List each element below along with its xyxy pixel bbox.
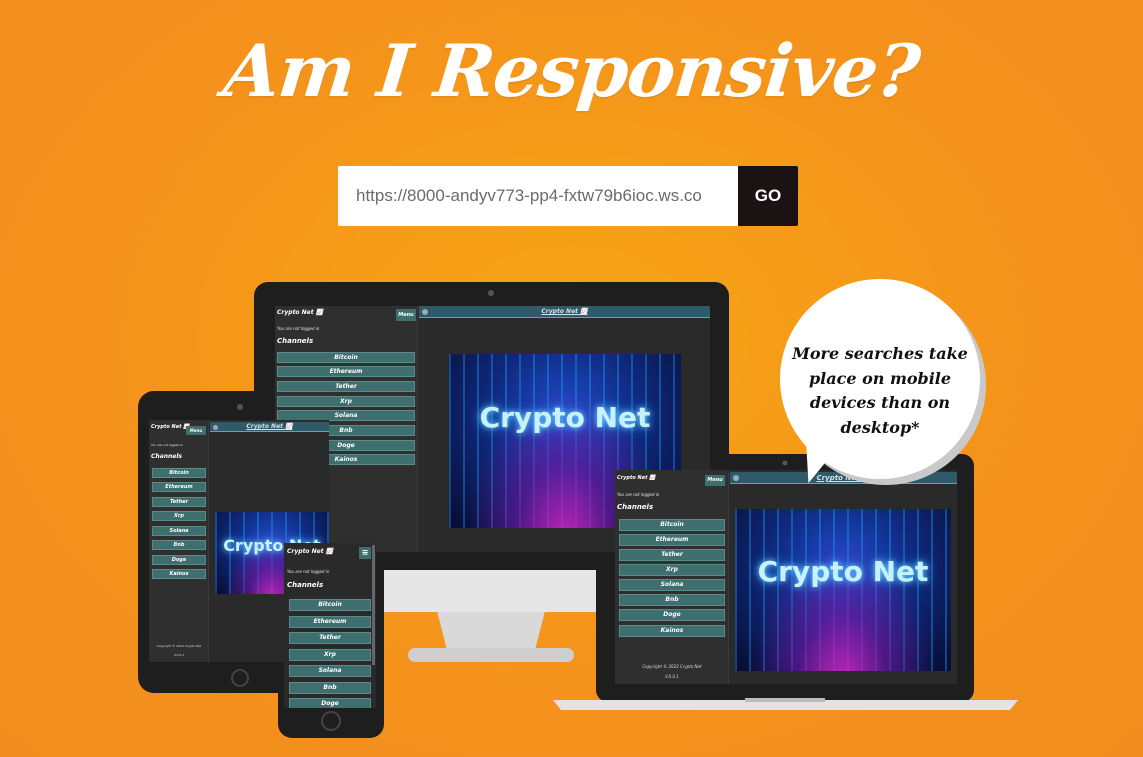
login-note: You are not logged in (617, 492, 660, 497)
channel-button-bitcoin[interactable]: Bitcoin (619, 519, 725, 531)
phone-screen: Crypto Net 📈 ≡ You are not logged in Cha… (284, 543, 376, 708)
header-bar: Crypto Net 📈 (419, 306, 710, 318)
channel-button-xrp[interactable]: Xrp (619, 564, 725, 576)
channel-button-kainos[interactable]: Kainos (619, 625, 725, 637)
channels-heading: Channels (151, 453, 182, 460)
channel-button-ethereum[interactable]: Ethereum (619, 534, 725, 546)
channel-button-tether[interactable]: Tether (277, 381, 415, 392)
channel-button-xrp[interactable]: Xrp (277, 396, 415, 407)
channel-button-doge[interactable]: Doge (152, 555, 206, 565)
channel-button-kainos[interactable]: Kainos (152, 569, 206, 579)
brand-logo: Crypto Net 📈 (151, 424, 190, 430)
channel-button-ethereum[interactable]: Ethereum (289, 616, 371, 628)
channel-button-bnb[interactable]: Bnb (289, 682, 371, 694)
menu-button[interactable]: Menu (186, 426, 206, 435)
channel-button-xrp[interactable]: Xrp (152, 511, 206, 521)
menu-button[interactable]: Menu (705, 475, 725, 486)
footer-version: V.0.0.1 (173, 653, 185, 657)
channel-button-doge[interactable]: Doge (289, 698, 371, 708)
login-note: You are not logged in (287, 569, 330, 574)
header-title: Crypto Net 📈 (816, 474, 871, 482)
channel-button-bitcoin[interactable]: Bitcoin (152, 468, 206, 478)
channels-heading: Channels (287, 581, 324, 589)
channel-button-doge[interactable]: Doge (619, 609, 725, 621)
channel-button-tether[interactable]: Tether (619, 549, 725, 561)
header-bar: Crypto Net 📈 (730, 472, 957, 484)
channel-button-solana[interactable]: Solana (619, 579, 725, 591)
channel-button-bitcoin[interactable]: Bitcoin (277, 352, 415, 363)
brand-logo: Crypto Net 📈 (287, 548, 334, 555)
channel-button-tether[interactable]: Tether (152, 497, 206, 507)
header-title: Crypto Net 📈 (246, 423, 293, 430)
channels-heading: Channels (277, 337, 314, 345)
channel-button-ethereum[interactable]: Ethereum (152, 482, 206, 492)
hamburger-icon[interactable]: ≡ (359, 547, 371, 559)
channel-button-bitcoin[interactable]: Bitcoin (289, 599, 371, 611)
hero-image: Crypto Net (735, 509, 951, 671)
channels-heading: Channels (617, 503, 654, 511)
channel-button-bnb[interactable]: Bnb (619, 594, 725, 606)
channel-button-tether[interactable]: Tether (289, 632, 371, 644)
sidebar: Crypto Net 📈 Menu You are not logged in … (615, 470, 729, 684)
bubble-text: More searches take place on mobile devic… (792, 344, 968, 437)
login-note: You are not logged in (277, 326, 320, 331)
laptop-screen: Crypto Net 📈 Menu You are not logged in … (615, 470, 957, 684)
header-bar: Crypto Net 📈 (210, 422, 329, 432)
brand-logo: Crypto Net 📈 (617, 475, 656, 481)
menu-button[interactable]: Menu (396, 309, 416, 321)
brand-logo: Crypto Net 📈 (277, 309, 324, 316)
sidebar: Crypto Net 📈 Menu You are not logged in … (149, 420, 209, 662)
channel-button-xrp[interactable]: Xrp (289, 649, 371, 661)
channel-button-solana[interactable]: Solana (289, 665, 371, 677)
channel-button-ethereum[interactable]: Ethereum (277, 366, 415, 377)
footer-copyright: Copyright © 2022 Crypto Net (156, 644, 202, 648)
hero-text: Crypto Net (479, 401, 651, 434)
login-note: You are not logged in (151, 443, 183, 447)
footer-copyright: Copyright © 2022 Crypto Net (642, 664, 702, 669)
hero-text: Crypto Net (757, 555, 929, 588)
footer-version: V.0.0.1 (665, 674, 679, 679)
header-title: Crypto Net 📈 (541, 308, 588, 315)
channel-button-solana[interactable]: Solana (152, 526, 206, 536)
scrollbar[interactable] (372, 545, 375, 665)
channel-button-bnb[interactable]: Bnb (152, 540, 206, 550)
